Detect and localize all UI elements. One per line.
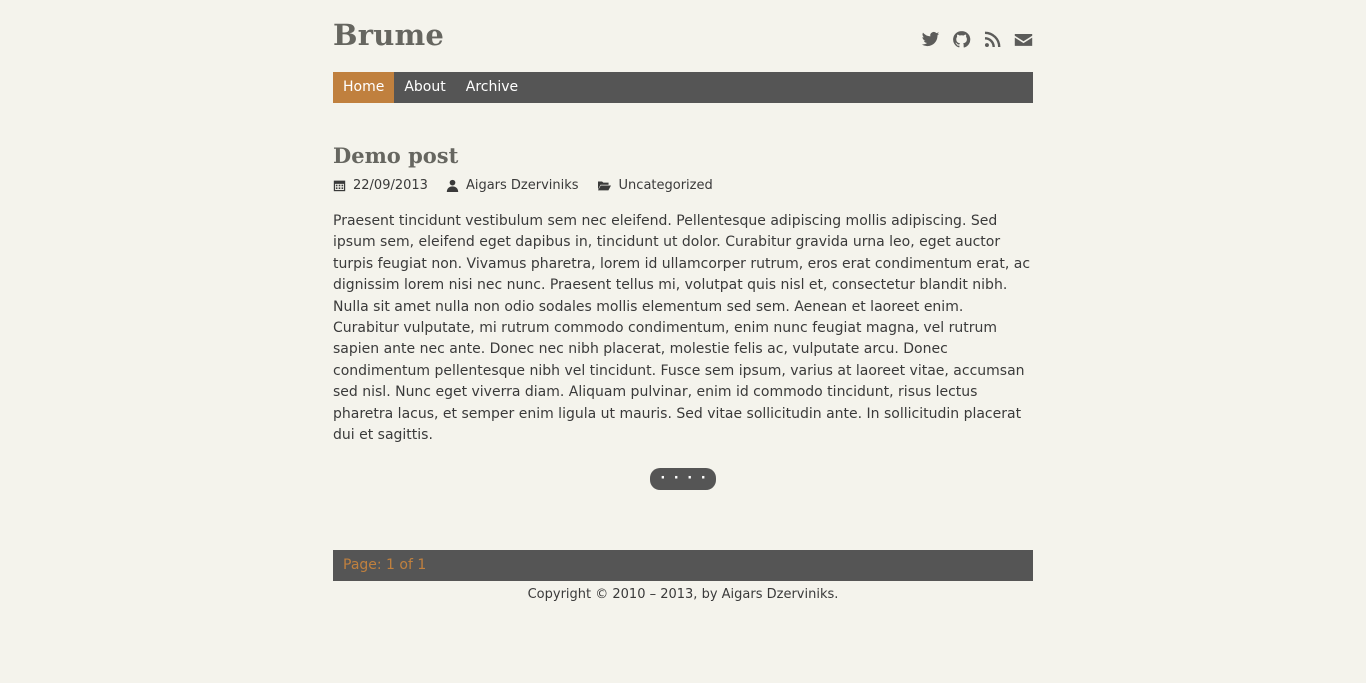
nav-item-about[interactable]: About (394, 72, 455, 103)
post-meta: 22/09/2013 Aigars Dzerviniks Uncategoriz… (333, 178, 1033, 193)
main-nav: Home About Archive (333, 72, 1033, 103)
twitter-icon[interactable] (921, 30, 940, 49)
post: Demo post 22/09/2013 Aigars Dzerviniks U… (333, 143, 1033, 491)
folder-open-icon (597, 181, 611, 191)
nav-item-home[interactable]: Home (333, 72, 395, 103)
rss-icon[interactable] (983, 30, 1002, 49)
post-category-link[interactable]: Uncategorized (619, 178, 713, 193)
post-body: Praesent tincidunt vestibulum sem nec el… (333, 213, 1031, 444)
post-author-link[interactable]: Aigars Dzerviniks (466, 178, 579, 193)
calendar-icon (333, 180, 346, 192)
post-author: Aigars Dzerviniks (446, 178, 579, 193)
nav-item-archive[interactable]: Archive (456, 72, 528, 103)
post-category: Uncategorized (597, 178, 713, 193)
post-date: 22/09/2013 (333, 178, 428, 193)
footer-copyright: Copyright © 2010 – 2013, by Aigars Dzerv… (527, 587, 839, 603)
site-header: Brume (333, 0, 1033, 72)
pagination: Page: 1 of 1 (333, 550, 1033, 582)
site-title[interactable]: Brume (333, 18, 444, 52)
post-date-text: 22/09/2013 (353, 178, 428, 193)
envelope-icon[interactable] (1014, 30, 1033, 49)
post-title[interactable]: Demo post (333, 143, 1033, 173)
social-links (921, 30, 1033, 49)
user-icon (446, 179, 459, 192)
github-icon[interactable] (952, 30, 971, 49)
read-more-button[interactable]: · · · · (650, 468, 716, 491)
